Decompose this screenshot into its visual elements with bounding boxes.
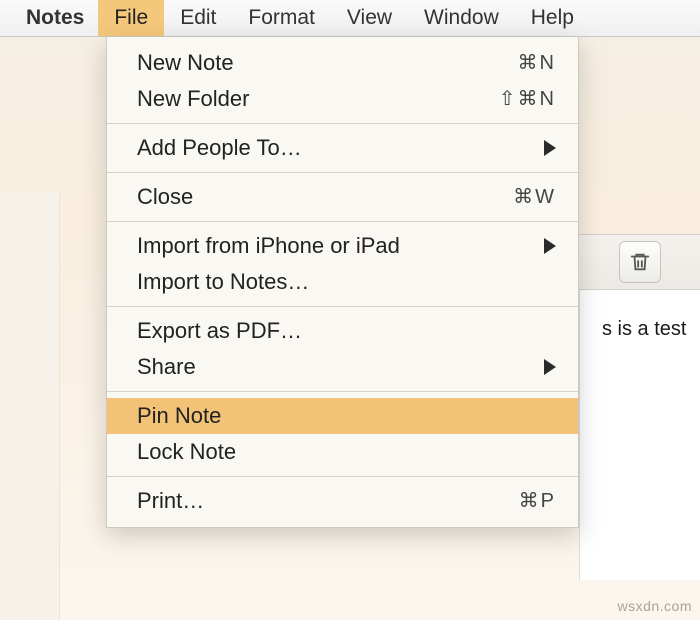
menu-file[interactable]: File bbox=[98, 0, 164, 36]
menu-separator bbox=[107, 221, 578, 222]
shortcut: ⌘N bbox=[518, 45, 556, 81]
file-menu-dropdown: New Note⌘N New Folder⇧⌘N Add People To… … bbox=[106, 37, 579, 528]
submenu-arrow-icon bbox=[544, 238, 556, 254]
trash-icon bbox=[629, 251, 651, 273]
note-text-line: s is a test bbox=[602, 318, 682, 341]
menu-separator bbox=[107, 172, 578, 173]
menuitem-new-note[interactable]: New Note⌘N bbox=[107, 45, 578, 81]
menuitem-pin-note[interactable]: Pin Note bbox=[107, 398, 578, 434]
menu-format[interactable]: Format bbox=[232, 0, 331, 36]
menuitem-close[interactable]: Close⌘W bbox=[107, 179, 578, 215]
notes-sidebar bbox=[0, 192, 60, 620]
menuitem-import-iphone-ipad[interactable]: Import from iPhone or iPad bbox=[107, 228, 578, 264]
menuitem-import-to-notes[interactable]: Import to Notes… bbox=[107, 264, 578, 300]
app-name: Notes bbox=[12, 0, 98, 36]
delete-note-button[interactable] bbox=[619, 241, 661, 283]
notes-toolbar bbox=[579, 234, 700, 290]
shortcut: ⌘W bbox=[513, 179, 556, 215]
menu-separator bbox=[107, 306, 578, 307]
menuitem-add-people-to[interactable]: Add People To… bbox=[107, 130, 578, 166]
menuitem-export-as-pdf[interactable]: Export as PDF… bbox=[107, 313, 578, 349]
menuitem-lock-note[interactable]: Lock Note bbox=[107, 434, 578, 470]
menuitem-new-folder[interactable]: New Folder⇧⌘N bbox=[107, 81, 578, 117]
menu-separator bbox=[107, 476, 578, 477]
watermark: wsxdn.com bbox=[617, 598, 692, 614]
menubar: Notes File Edit Format View Window Help bbox=[0, 0, 700, 37]
menu-separator bbox=[107, 123, 578, 124]
submenu-arrow-icon bbox=[544, 140, 556, 156]
menu-help[interactable]: Help bbox=[515, 0, 590, 36]
note-content-area[interactable]: s is a test bbox=[579, 290, 700, 580]
menu-view[interactable]: View bbox=[331, 0, 408, 36]
menu-edit[interactable]: Edit bbox=[164, 0, 232, 36]
menuitem-share[interactable]: Share bbox=[107, 349, 578, 385]
menu-separator bbox=[107, 391, 578, 392]
shortcut: ⇧⌘N bbox=[499, 81, 556, 117]
menu-window[interactable]: Window bbox=[408, 0, 515, 36]
submenu-arrow-icon bbox=[544, 359, 556, 375]
menuitem-print[interactable]: Print…⌘P bbox=[107, 483, 578, 519]
shortcut: ⌘P bbox=[519, 483, 556, 519]
